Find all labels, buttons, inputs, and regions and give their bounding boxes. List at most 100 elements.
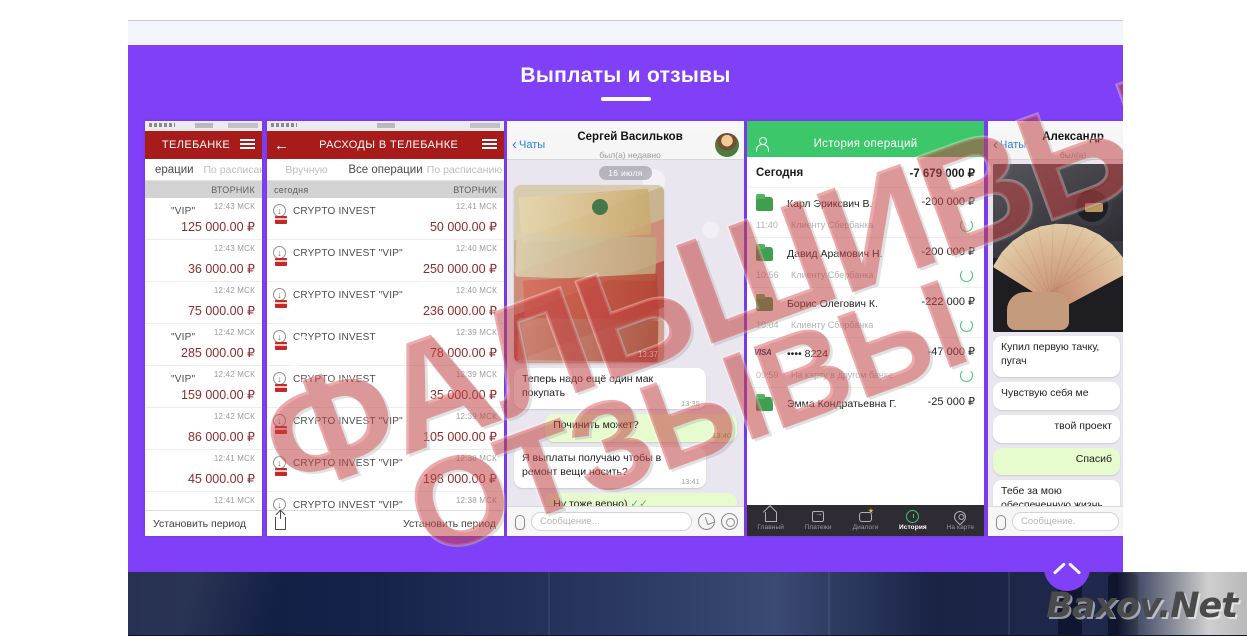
operations-tabs[interactable]: ерации По расписан	[145, 159, 262, 181]
transaction-time: 12:43 МСК	[213, 202, 255, 211]
site-watermark: Baxov.Net	[1046, 586, 1238, 626]
carousel-slide-telegram-alexander[interactable]: ‹ Чаты Александр был(а) Купил первую тач…	[988, 121, 1123, 536]
carrier-label	[376, 123, 395, 128]
tab-manual[interactable]: Вручную	[267, 164, 346, 176]
table-row[interactable]: "VIP" 12:42 МСК 285 000.00 ₽	[145, 324, 262, 366]
chat-title-block[interactable]: Александр был(а)	[1026, 127, 1120, 163]
carousel-slide-telebank-expenses[interactable]: ← РАСХОДЫ В ТЕЛЕБАНКЕ Вручную Все операц…	[267, 121, 504, 536]
hamburger-icon[interactable]	[240, 139, 255, 151]
nav-item-home[interactable]: Главный	[747, 510, 794, 531]
carousel-prev-button[interactable]	[278, 337, 318, 377]
reviews-carousel[interactable]: ТЕЛЕБАНКЕ ерации По расписан ВТОРНИК "VI…	[128, 121, 1123, 541]
nav-item-map[interactable]: На карте	[937, 508, 984, 531]
operation-time: 10:04	[756, 320, 779, 330]
operation-name: Эмма Кондратьевна Г.	[787, 398, 897, 410]
signal-icon	[271, 123, 297, 127]
repeat-icon[interactable]	[960, 269, 973, 282]
message-composer[interactable]: Сообщение.	[988, 506, 1123, 536]
hamburger-icon[interactable]	[482, 139, 497, 151]
message-bubble[interactable]: Починить может? 13:40	[545, 414, 737, 442]
paperclip-icon[interactable]	[994, 514, 1006, 530]
camera-icon[interactable]	[721, 513, 738, 530]
title-divider	[600, 97, 651, 101]
transaction-amount: 250 000.00 ₽	[423, 262, 497, 276]
scroll-to-top-button[interactable]	[1044, 545, 1090, 591]
message-input[interactable]: Сообщение.	[1012, 512, 1119, 531]
message-composer[interactable]: Сообщение...	[507, 506, 744, 536]
operation-amount: -47 000 ₽	[927, 346, 975, 358]
photo-message-car-money[interactable]	[993, 164, 1123, 332]
operations-tabs[interactable]: Вручную Все операции По расписанию	[267, 159, 504, 181]
photo-timestamp: 13:37	[637, 350, 658, 359]
back-to-chats-button[interactable]: ‹ Чаты	[512, 137, 545, 152]
table-row[interactable]: ↓ CRYPTO INVEST "VIP" 12:39 МСК 105 000.…	[267, 408, 504, 450]
message-bubble[interactable]: Чувствую себя ме	[993, 382, 1120, 410]
repeat-icon[interactable]	[960, 219, 973, 232]
table-row[interactable]: 12:41 МСК 45 000.00 ₽	[145, 450, 262, 492]
list-item[interactable]: Карл Эриксвич В. -200 000 ₽ 11:40 Клиент…	[747, 187, 984, 237]
repeat-icon[interactable]	[960, 369, 973, 382]
nav-item-history[interactable]: История	[889, 510, 936, 531]
table-row[interactable]: ↓ CRYPTO INVEST "VIP" 12:38 МСК 198 000.…	[267, 450, 504, 492]
download-card-icon: ↓	[272, 288, 288, 308]
carousel-slide-telebank-income[interactable]: ТЕЛЕБАНКЕ ерации По расписан ВТОРНИК "VI…	[145, 121, 262, 536]
transaction-time: 12:39 МСК	[455, 328, 497, 337]
chat-title-block[interactable]: Сергей Васильков был(а) недавно	[545, 127, 715, 163]
message-bubble[interactable]: Купил первую тачку, пугач	[993, 336, 1120, 378]
set-period-button[interactable]: Установить период	[403, 518, 496, 530]
back-to-chats-button[interactable]: ‹ Чаты	[993, 137, 1026, 152]
repeat-icon[interactable]	[960, 319, 973, 332]
arrow-left-icon[interactable]: ←	[274, 138, 289, 153]
day-bar: ВТОРНИК	[145, 181, 262, 198]
table-row[interactable]: "VIP" 12:43 МСК 125 000.00 ₽	[145, 198, 262, 240]
transaction-name: CRYPTO INVEST	[293, 206, 376, 217]
person-icon[interactable]	[755, 136, 769, 152]
transaction-amount: 125 000.00 ₽	[181, 220, 255, 234]
nav-item-dialogs[interactable]: Диалоги	[842, 507, 889, 532]
table-row[interactable]: 12:42 МСК 86 000.00 ₽	[145, 408, 262, 450]
avatar[interactable]	[715, 132, 739, 157]
transaction-amount: 236 000.00 ₽	[423, 304, 497, 318]
bottom-nav[interactable]: Главный Платежи Диалоги История	[747, 505, 984, 536]
message-bubble[interactable]: твой проект	[993, 414, 1120, 443]
top-band	[128, 20, 1123, 45]
table-row[interactable]: 12:43 МСК 36 000.00 ₽	[145, 240, 262, 282]
photo-message-money[interactable]: 13:37	[514, 185, 664, 363]
table-row[interactable]: ↓ CRYPTO INVEST "VIP" 12:40 МСК 250 000.…	[267, 240, 504, 282]
set-period-button[interactable]: Установить период	[153, 518, 246, 530]
message-bubble[interactable]: Спасиб	[993, 447, 1120, 476]
paperclip-icon[interactable]	[513, 514, 525, 530]
transaction-amount: 105 000.00 ₽	[423, 430, 497, 444]
tab-all-operations[interactable]: Все операции	[346, 164, 425, 176]
table-row[interactable]: ↓ CRYPTO INVEST "VIP" 12:40 МСК 236 000.…	[267, 282, 504, 324]
message-bubble[interactable]: Я выплаты получаю чтобы в ремонт вещи но…	[514, 446, 706, 489]
app-title: История операций	[813, 137, 918, 150]
list-item[interactable]: VISA •••• 8224 -47 000 ₽ 09:59 На карту …	[747, 337, 984, 387]
transaction-name: CRYPTO INVEST "VIP"	[293, 458, 403, 469]
download-card-icon: ↓	[272, 246, 288, 266]
operation-name: Борис Олегович К.	[787, 298, 878, 310]
transaction-name: CRYPTO INVEST "VIP"	[293, 416, 403, 427]
list-item[interactable]: Давид Арамович Н. -200 000 ₽ 10:56 Клиен…	[747, 237, 984, 287]
operation-desc: Клиенту Сбербанка	[791, 220, 874, 230]
message-input[interactable]: Сообщение...	[531, 512, 692, 531]
table-row[interactable]: 12:42 МСК 75 000.00 ₽	[145, 282, 262, 324]
table-row[interactable]: "VIP" 12:42 МСК 159 000.00 ₽	[145, 366, 262, 408]
carousel-slide-sberbank-history[interactable]: История операций Сегодня -7 679 000 ₽ Ка…	[747, 121, 984, 536]
share-icon[interactable]	[275, 511, 286, 530]
transaction-name: "VIP"	[171, 374, 196, 385]
operation-amount: -200 000 ₽	[921, 246, 975, 258]
list-item[interactable]: Борис Олегович К. -222 000 ₽ 10:04 Клиен…	[747, 287, 984, 337]
nav-item-payments[interactable]: Платежи	[794, 509, 841, 531]
sticker-icon[interactable]	[698, 513, 715, 530]
table-row[interactable]: ↓ CRYPTO INVEST 12:41 МСК 50 000.00 ₽	[267, 198, 504, 240]
wallet-icon	[756, 294, 773, 311]
tab-scheduled[interactable]: По расписанию	[425, 164, 504, 176]
tab-all-operations[interactable]: ерации	[145, 164, 204, 176]
contact-status: был(а) недавно	[599, 149, 661, 160]
status-bar	[267, 121, 504, 131]
carousel-slide-telegram-sergey[interactable]: ‹ Чаты Сергей Васильков был(а) недавно 1…	[507, 121, 744, 536]
message-bubble[interactable]: Теперь надо ещё один мак покупать 13:38	[514, 368, 706, 410]
tab-scheduled[interactable]: По расписан	[204, 164, 263, 176]
list-item[interactable]: Эмма Кондратьевна Г. -25 000 ₽	[747, 387, 984, 437]
